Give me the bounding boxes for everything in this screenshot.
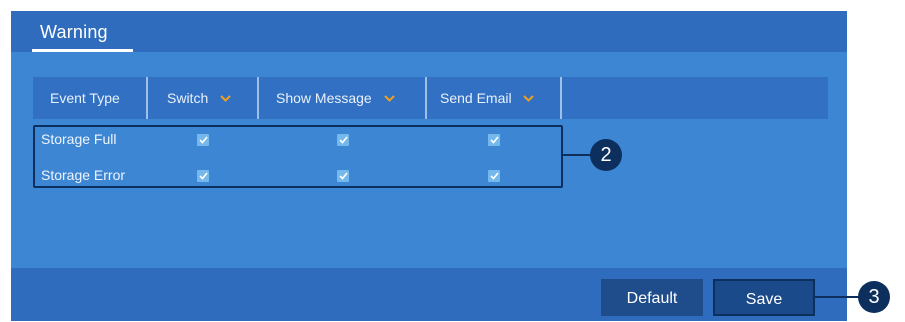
warning-settings-panel: Warning Event Type Switch Show Message S…: [11, 11, 847, 321]
table-header: Event Type Switch Show Message Send Emai…: [33, 77, 828, 119]
default-button[interactable]: Default: [601, 279, 703, 316]
storage-error-show-message-checkbox[interactable]: [337, 170, 349, 182]
tab-warning[interactable]: Warning: [32, 20, 133, 52]
send-email-dropdown[interactable]: Send Email: [427, 77, 562, 119]
checkmark-icon: [489, 172, 499, 180]
storage-error-send-email-checkbox[interactable]: [488, 170, 500, 182]
callout-line: [563, 154, 593, 156]
table-row: Storage Full: [35, 129, 565, 153]
event-type-label: Storage Error: [41, 167, 126, 183]
storage-full-show-message-checkbox[interactable]: [337, 134, 349, 146]
checkmark-icon: [198, 136, 208, 144]
table-row: Storage Error: [35, 165, 565, 189]
chevron-down-icon: [523, 76, 535, 118]
column-header-label: Show Message: [276, 90, 372, 106]
save-button[interactable]: Save: [713, 279, 815, 316]
checkmark-icon: [338, 136, 348, 144]
checkmark-icon: [338, 172, 348, 180]
column-header-label: Switch: [167, 90, 209, 106]
storage-full-send-email-checkbox[interactable]: [488, 134, 500, 146]
storage-full-switch-checkbox[interactable]: [197, 134, 209, 146]
chevron-down-icon: [220, 76, 231, 118]
column-header-label: Send Email: [440, 90, 512, 106]
callout-badge-3: 3: [858, 281, 890, 313]
storage-error-switch-checkbox[interactable]: [197, 170, 209, 182]
callout-line: [815, 296, 861, 298]
column-header-label: Event Type: [50, 90, 120, 106]
show-message-dropdown[interactable]: Show Message: [259, 77, 427, 119]
chevron-down-icon: [383, 76, 395, 118]
footer-bar: Default Save: [11, 268, 847, 321]
event-rows-highlight: Storage Full Storage Error: [33, 125, 563, 188]
event-type-label: Storage Full: [41, 131, 117, 147]
checkmark-icon: [489, 136, 499, 144]
switch-dropdown[interactable]: Switch: [148, 77, 259, 119]
checkmark-icon: [198, 172, 208, 180]
column-header-event-type: Event Type: [33, 77, 148, 119]
tab-bar: Warning: [11, 11, 847, 52]
callout-badge-2: 2: [590, 139, 622, 171]
